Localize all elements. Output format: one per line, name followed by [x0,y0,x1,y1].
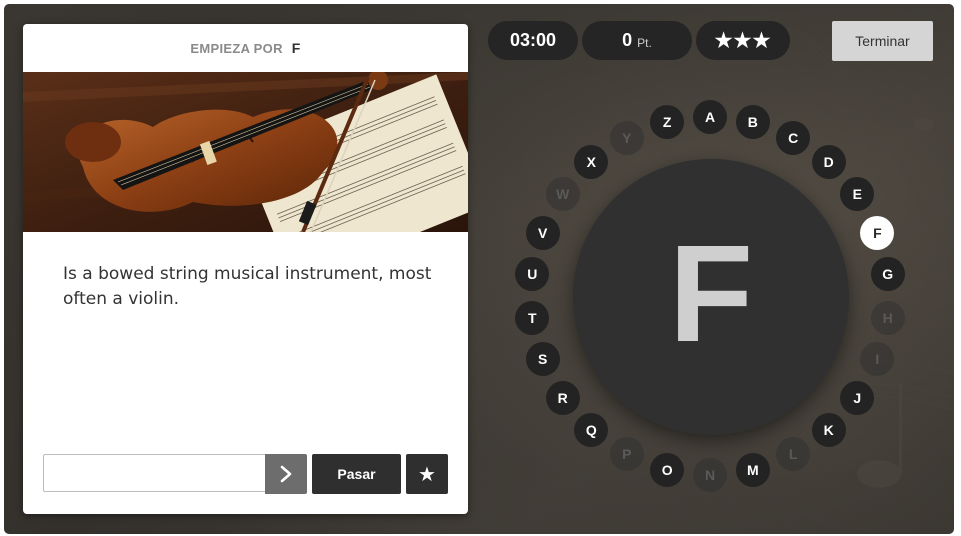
points-unit: Pt. [637,35,652,50]
letter-j[interactable]: J [840,380,875,415]
card-header: EMPIEZA POR F [23,24,468,72]
current-letter: F [668,217,754,371]
letter-v[interactable]: V [525,215,560,250]
star-icon: ★ [418,462,436,486]
letter-k[interactable]: K [811,412,846,447]
letter-m[interactable]: M [735,452,770,487]
skip-button[interactable]: Pasar [312,454,401,494]
current-letter-circle: F [573,159,849,435]
letter-s[interactable]: S [525,342,560,377]
answer-input[interactable] [43,454,266,492]
star-button[interactable]: ★ [406,454,448,494]
letter-t[interactable]: T [515,300,550,335]
star-rating-icons: ★★★ [714,30,772,52]
points-value: 0 [622,30,633,50]
points-display: 0 Pt. [582,21,692,60]
submit-answer-button[interactable] [265,454,307,494]
starts-with-label: EMPIEZA POR [190,40,283,56]
game-stage: EMPIEZA POR F Is a bowed string musical … [4,4,954,534]
letter-a[interactable]: A [693,100,727,134]
star-rating: ★★★ [696,21,790,60]
starts-with-letter: F [291,40,301,56]
letter-o[interactable]: O [650,452,685,487]
finish-button[interactable]: Terminar [832,21,933,61]
violin-image [23,72,468,232]
letter-h[interactable]: H [870,300,905,335]
letter-c[interactable]: C [776,120,811,155]
letter-y[interactable]: Y [609,120,644,155]
letter-b[interactable]: B [735,105,770,140]
letter-d[interactable]: D [811,145,846,180]
letter-n[interactable]: N [693,458,727,492]
clue-definition: Is a bowed string musical instrument, mo… [63,264,432,309]
letter-r[interactable]: R [545,380,580,415]
chevron-right-icon [280,465,292,483]
letter-w[interactable]: W [545,177,580,212]
question-card: EMPIEZA POR F Is a bowed string musical … [23,24,468,514]
timer: 03:00 [488,21,578,60]
timer-value: 03:00 [509,30,557,50]
letter-g[interactable]: G [870,257,905,292]
letter-f[interactable]: F [860,215,895,250]
